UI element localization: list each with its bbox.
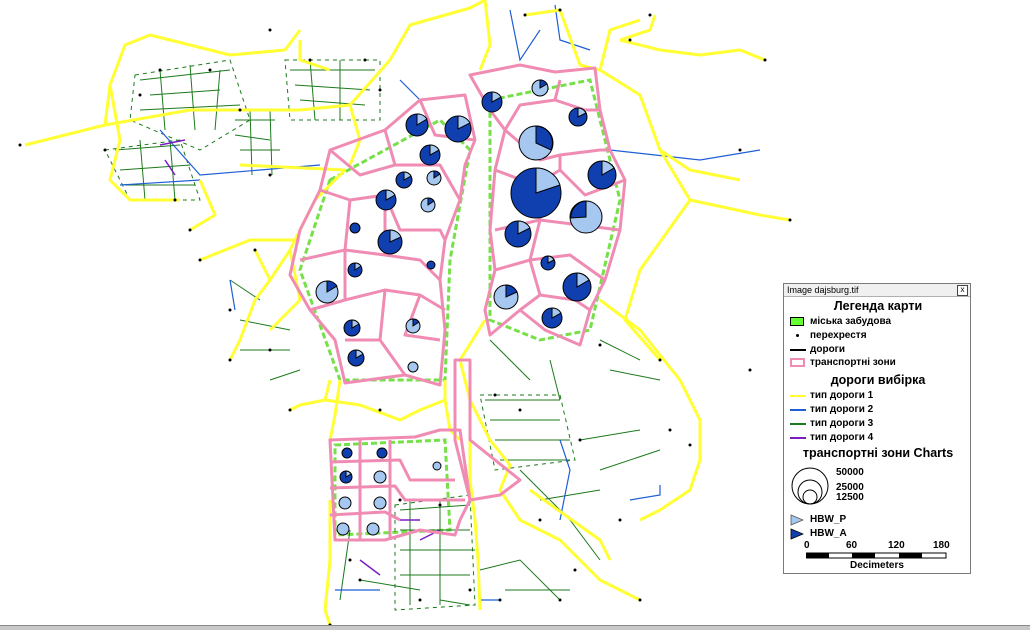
zone-pie-chart xyxy=(541,307,563,329)
intersection-dot-icon xyxy=(790,331,806,341)
zone-pie-chart xyxy=(373,496,387,510)
legend-header-roads: дороги вибірка xyxy=(830,373,926,387)
circle-size-label: 12500 xyxy=(836,492,864,503)
zone-pie-chart xyxy=(376,447,388,459)
legend-item-road-type-3: тип дороги 3 xyxy=(790,417,873,430)
legend-item-label: перехрестя xyxy=(810,330,867,341)
scale-tick-label: 180 xyxy=(933,540,950,551)
zone-pie-chart xyxy=(587,160,617,190)
scale-unit-label: Decimeters xyxy=(850,560,904,571)
zone-pie-chart xyxy=(531,79,549,97)
legend-item-label: тип дороги 2 xyxy=(810,404,874,415)
scale-tick-label: 120 xyxy=(888,540,905,551)
zone-pie-chart xyxy=(562,272,592,302)
scale-bar xyxy=(806,552,947,559)
hbw-p-wedge-icon xyxy=(790,513,804,526)
zone-outline-swatch xyxy=(790,358,805,367)
legend-item-label: тип дороги 3 xyxy=(810,418,874,429)
zone-pie-chart xyxy=(432,461,442,471)
legend-item-label: транспортні зони xyxy=(810,357,896,368)
legend-item-roads: дороги xyxy=(790,343,845,356)
legend-titlebar[interactable]: Image dajsburg.tif x xyxy=(784,284,970,297)
zone-pie-chart xyxy=(518,125,554,161)
zone-pie-chart xyxy=(343,319,361,337)
map-legend-window[interactable]: Image dajsburg.tif x Легенда карти міськ… xyxy=(783,283,971,574)
zone-pie-chart xyxy=(373,470,387,484)
zone-pie-chart xyxy=(377,229,403,255)
legend-header-map: Легенда карти xyxy=(833,299,923,313)
legend-item-label: дороги xyxy=(810,344,845,355)
legend-item-label: тип дороги 4 xyxy=(810,432,874,443)
scale-tick-label: 60 xyxy=(846,540,858,551)
legend-item-transport-zones: транспортні зони xyxy=(790,356,896,369)
zone-pie-chart xyxy=(395,171,413,189)
zone-pie-chart xyxy=(338,496,352,510)
zone-pie-chart xyxy=(407,361,419,373)
circle-size-label: 50000 xyxy=(836,467,864,478)
zone-pie-chart xyxy=(444,115,472,143)
close-icon[interactable]: x xyxy=(957,285,968,296)
road-type-1-swatch xyxy=(790,394,806,397)
zone-pie-chart xyxy=(375,189,397,211)
legend-item-label: тип дороги 1 xyxy=(810,390,874,401)
road-type-4-swatch xyxy=(790,436,806,439)
legend-item-road-type-1: тип дороги 1 xyxy=(790,389,873,402)
road-line-swatch xyxy=(790,348,806,351)
zone-pie-chart xyxy=(420,197,436,213)
proportional-circles-icon xyxy=(791,467,829,505)
road-type-2-swatch xyxy=(790,408,806,411)
zone-pie-chart xyxy=(569,200,603,234)
legend-item-hbw-a: HBW_A xyxy=(790,527,847,540)
zone-pie-chart xyxy=(347,349,365,367)
legend-item-hbw-p: HBW_P xyxy=(790,513,846,526)
zone-pie-chart xyxy=(493,284,519,310)
zone-pie-chart xyxy=(481,91,503,113)
legend-header-charts: транспортні зони Charts xyxy=(802,446,954,460)
legend-item-label: HBW_A xyxy=(810,528,847,539)
zone-pie-chart xyxy=(366,522,380,536)
zone-pie-chart xyxy=(540,255,556,271)
road-type-3-swatch xyxy=(790,422,806,425)
zone-pie-chart xyxy=(315,280,339,304)
zone-pie-chart xyxy=(568,107,588,127)
zone-pie-chart xyxy=(341,447,353,459)
legend-item-buildings: міська забудова xyxy=(790,315,891,328)
buildings-swatch xyxy=(790,317,804,326)
legend-item-label: міська забудова xyxy=(810,316,892,327)
zone-pie-chart xyxy=(504,220,532,248)
zone-pie-chart xyxy=(419,144,441,166)
zone-pie-chart xyxy=(336,522,350,536)
scale-tick-label: 0 xyxy=(804,540,810,551)
hbw-a-wedge-icon xyxy=(790,527,804,540)
legend-item-intersections: перехрестя xyxy=(790,329,867,342)
zone-pie-chart xyxy=(426,260,436,270)
zone-pie-chart xyxy=(426,170,442,186)
zone-pie-chart xyxy=(349,222,361,234)
legend-window-title: Image dajsburg.tif xyxy=(787,285,859,295)
legend-item-road-type-2: тип дороги 2 xyxy=(790,403,873,416)
legend-item-label: HBW_P xyxy=(810,514,847,525)
zone-pie-chart xyxy=(510,167,562,219)
zone-pie-chart xyxy=(405,318,421,334)
window-bottom-edge xyxy=(0,625,1030,630)
road-type-4-layer xyxy=(159,139,441,576)
zone-pie-chart xyxy=(347,262,363,278)
legend-item-road-type-4: тип дороги 4 xyxy=(790,431,873,444)
zone-pie-chart xyxy=(339,470,353,484)
zone-pie-chart xyxy=(405,113,429,137)
